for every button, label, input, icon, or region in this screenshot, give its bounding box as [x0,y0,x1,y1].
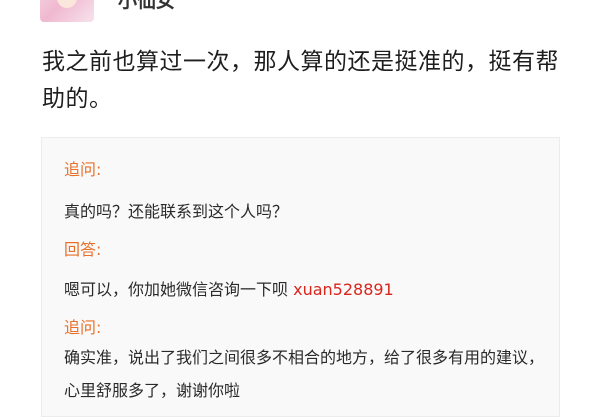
qa-box: 追问: 真的吗？还能联系到这个人吗？ 回答: 嗯可以，你加她微信咨询一下呗 xu… [41,137,560,417]
answer-label: 回答: [64,240,102,259]
wechat-contact: xuan528891 [293,280,394,299]
avatar[interactable] [40,0,94,22]
answer-text: 嗯可以，你加她微信咨询一下呗 [64,280,294,299]
followup-text-1: 真的吗？还能联系到这个人吗？ [64,202,289,221]
answer-text-row: 嗯可以，你加她微信咨询一下呗 xuan528891 [64,276,394,300]
followup-text-2: 确实准，说出了我们之间很多不相合的地方，给了很多有用的建议，心里舒服多了，谢谢你… [64,348,545,400]
post-content: 我之前也算过一次，那人算的还是挺准的，挺有帮助的。 [42,49,559,112]
followup-label-2: 追问: [64,318,102,337]
followup-label-1: 追问: [64,160,102,179]
avatar-face [57,0,77,8]
username[interactable]: 小仙女 [118,0,175,12]
